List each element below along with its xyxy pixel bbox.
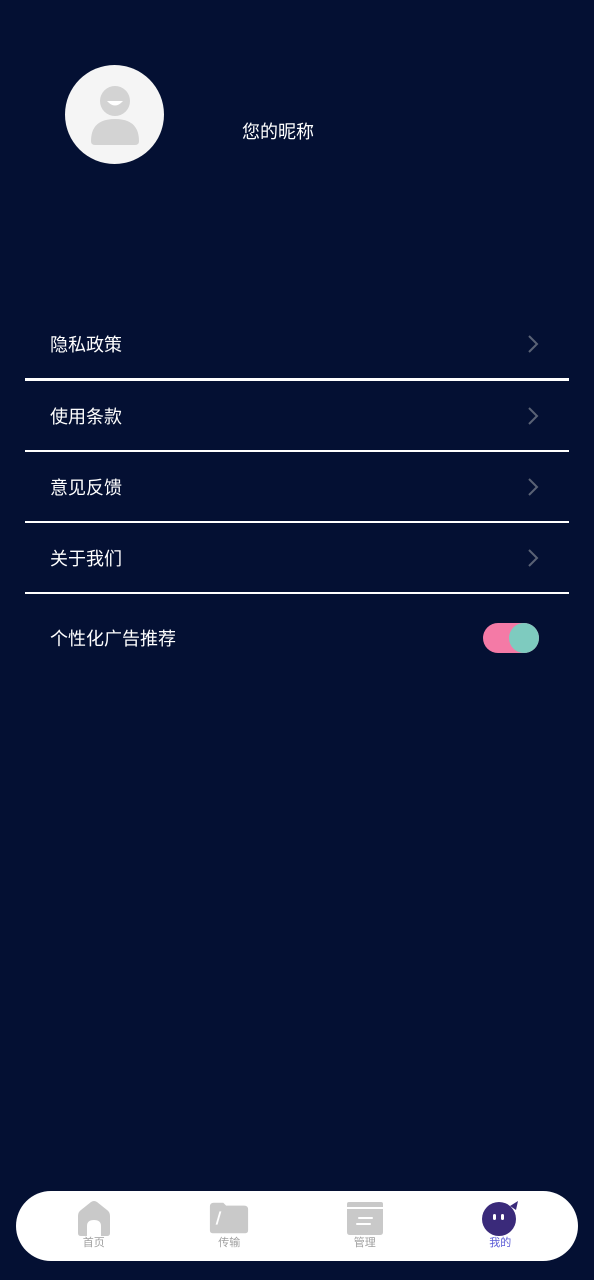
- divider: [25, 592, 569, 594]
- chevron-right-icon: [525, 405, 541, 427]
- archive-icon: [344, 1199, 386, 1237]
- tab-transfer[interactable]: 传输: [179, 1191, 279, 1261]
- chevron-right-icon: [525, 547, 541, 569]
- menu-item-label: 使用条款: [50, 406, 122, 428]
- menu-item-feedback[interactable]: 意见反馈: [25, 452, 569, 521]
- tab-label: 首页: [82, 1236, 105, 1249]
- tab-label: 传输: [218, 1236, 241, 1249]
- folder-icon: [208, 1199, 250, 1237]
- personalized-ads-row: 个性化广告推荐: [25, 600, 569, 676]
- tab-label: 我的: [489, 1236, 512, 1249]
- settings-menu: 隐私政策 使用条款 意见反馈 关于我们: [25, 309, 569, 594]
- home-icon: [73, 1199, 115, 1237]
- menu-item-label: 隐私政策: [50, 334, 122, 356]
- menu-item-about-us[interactable]: 关于我们: [25, 523, 569, 592]
- chevron-right-icon: [525, 333, 541, 355]
- user-icon: [90, 85, 139, 145]
- toggle-knob: [509, 623, 539, 653]
- tab-home[interactable]: 首页: [44, 1191, 144, 1261]
- profile-screen: 您的昵称 隐私政策 使用条款 意见反馈 关于我们 个性化广告推荐 首页 传输 管…: [0, 0, 594, 1280]
- mascot-icon: [479, 1199, 521, 1237]
- menu-item-terms-of-use[interactable]: 使用条款: [25, 381, 569, 450]
- tab-mine[interactable]: 我的: [450, 1191, 550, 1261]
- menu-item-label: 关于我们: [50, 548, 122, 570]
- avatar[interactable]: [65, 65, 164, 164]
- tab-label: 管理: [353, 1236, 376, 1249]
- nickname[interactable]: 您的昵称: [242, 120, 314, 146]
- personalized-ads-toggle[interactable]: [483, 623, 539, 653]
- menu-item-privacy-policy[interactable]: 隐私政策: [25, 309, 569, 378]
- personalized-ads-label: 个性化广告推荐: [50, 629, 176, 650]
- tab-manage[interactable]: 管理: [315, 1191, 415, 1261]
- chevron-right-icon: [525, 476, 541, 498]
- bottom-tab-bar: 首页 传输 管理 我的: [16, 1191, 578, 1261]
- menu-item-label: 意见反馈: [50, 477, 122, 499]
